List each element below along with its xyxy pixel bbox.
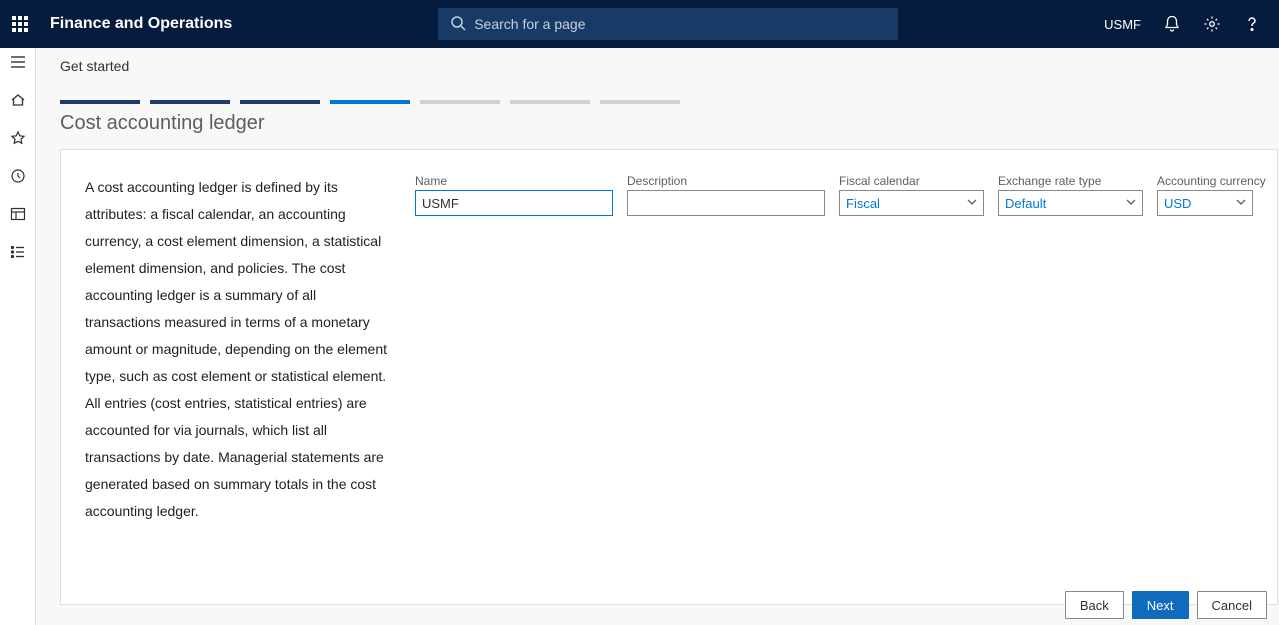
fiscal-calendar-label: Fiscal calendar [839,174,984,188]
accounting-currency-label: Accounting currency [1157,174,1253,188]
brand-title: Finance and Operations [50,15,232,33]
search-input[interactable] [438,8,898,40]
home-icon[interactable] [8,90,28,110]
breadcrumb: Get started [36,48,1279,78]
menu-icon[interactable] [8,52,28,72]
search-icon [450,15,466,31]
description-text: A cost accounting ledger is defined by i… [61,174,415,580]
progress-step [330,100,410,104]
gear-icon[interactable] [1203,15,1221,33]
fiscal-calendar-field: Fiscal calendar [839,174,984,216]
fiscal-calendar-select[interactable] [839,190,984,216]
exchange-rate-type-select[interactable] [998,190,1143,216]
form-columns: Name Description Fiscal calendar Exchang… [415,174,1253,580]
back-button[interactable]: Back [1065,591,1124,619]
accounting-currency-field: Accounting currency [1157,174,1253,216]
next-button[interactable]: Next [1132,591,1189,619]
description-input[interactable] [627,190,825,216]
app-launcher-icon[interactable] [12,16,28,32]
help-icon[interactable] [1243,15,1261,33]
top-bar: Finance and Operations USMF [0,0,1279,48]
exchange-rate-type-field: Exchange rate type [998,174,1143,216]
name-field: Name [415,174,613,216]
bell-icon[interactable] [1163,15,1181,33]
wizard-card: A cost accounting ledger is defined by i… [60,149,1278,605]
progress-step [420,100,500,104]
accounting-currency-select[interactable] [1157,190,1253,216]
progress-step [600,100,680,104]
main-content: Get started Cost accounting ledger A cos… [36,48,1279,625]
progress-step [510,100,590,104]
wizard-progress [36,78,1279,104]
recent-icon[interactable] [8,166,28,186]
search-box[interactable] [438,8,898,40]
top-right-actions: USMF [1104,15,1267,33]
name-input[interactable] [415,190,613,216]
wizard-footer: Back Next Cancel [36,585,1279,625]
description-label: Description [627,174,825,188]
progress-step [150,100,230,104]
description-field: Description [627,174,825,216]
progress-step [60,100,140,104]
left-nav-rail [0,48,36,625]
star-icon[interactable] [8,128,28,148]
progress-step [240,100,320,104]
list-icon[interactable] [8,242,28,262]
page-title: Cost accounting ledger [36,104,1279,149]
cancel-button[interactable]: Cancel [1197,591,1267,619]
legal-entity[interactable]: USMF [1104,17,1141,32]
name-label: Name [415,174,613,188]
module-icon[interactable] [8,204,28,224]
exchange-rate-type-label: Exchange rate type [998,174,1143,188]
